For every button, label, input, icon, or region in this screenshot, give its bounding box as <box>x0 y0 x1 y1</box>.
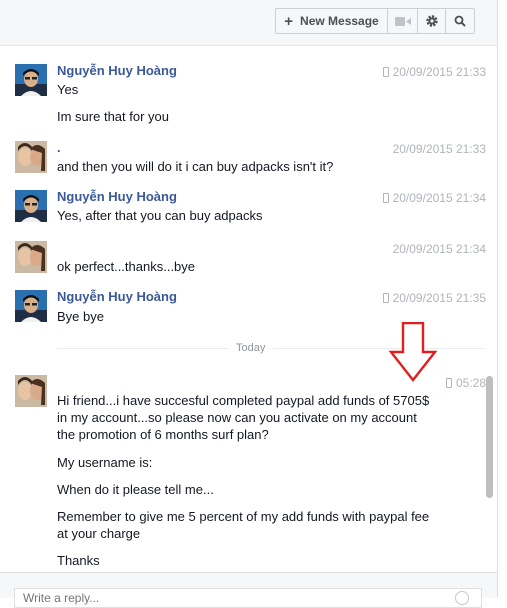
message-timestamp: 20/09/2015 21:35 <box>382 291 486 305</box>
timestamp-text: 20/09/2015 21:34 <box>392 242 486 256</box>
gear-icon <box>425 15 438 27</box>
message-timestamp: 05:28 <box>445 376 486 390</box>
video-call-button[interactable] <box>388 9 418 33</box>
avatar-contact[interactable] <box>15 241 47 273</box>
reply-input[interactable] <box>14 588 482 608</box>
sender-name[interactable]: Nguyễn Huy Hoàng <box>57 289 177 304</box>
video-camera-icon <box>394 16 411 26</box>
message-text: Thanks <box>57 553 100 568</box>
search-icon <box>454 15 466 27</box>
avatar-nguyen-huy-hoang[interactable] <box>15 290 47 322</box>
mobile-phone-icon <box>445 378 452 388</box>
message-toolbar: + New Message <box>0 0 497 46</box>
sender-name[interactable]: . <box>57 140 61 155</box>
avatar-nguyen-huy-hoang[interactable] <box>15 64 47 96</box>
avatar-nguyen-huy-hoang[interactable] <box>15 190 47 222</box>
toolbar-button-group: + New Message <box>275 8 475 34</box>
timestamp-text: 05:28 <box>455 376 486 390</box>
sender-name[interactable]: Nguyễn Huy Hoàng <box>57 189 177 204</box>
message-text: Remember to give me 5 percent of my add … <box>57 509 430 541</box>
mobile-phone-icon <box>382 293 389 303</box>
timestamp-text: 20/09/2015 21:34 <box>392 191 486 205</box>
timestamp-text: 20/09/2015 21:33 <box>392 142 486 156</box>
message-text: When do it please tell me... <box>57 482 214 497</box>
message-text: Hi friend...i have succesful completed p… <box>57 393 430 442</box>
message-timestamp: 20/09/2015 21:33 <box>382 65 486 79</box>
avatar-contact[interactable] <box>15 375 47 407</box>
panel-border <box>497 0 498 597</box>
avatar-contact[interactable] <box>15 141 47 173</box>
sender-name[interactable]: Nguyễn Huy Hoàng <box>57 63 177 78</box>
search-button[interactable] <box>446 9 474 33</box>
message-text: ok perfect...thanks...bye <box>57 259 196 274</box>
emoji-icon[interactable] <box>455 591 469 605</box>
settings-button[interactable] <box>418 9 446 33</box>
mobile-phone-icon <box>382 67 389 77</box>
message-text: Yes <box>57 82 79 97</box>
new-message-button[interactable]: + New Message <box>276 9 388 33</box>
mobile-phone-icon <box>382 193 389 203</box>
scrollbar-thumb[interactable] <box>486 376 493 498</box>
timestamp-text: 20/09/2015 21:33 <box>392 65 486 79</box>
date-divider-label: Today <box>228 342 274 354</box>
message-text: My username is: <box>57 455 153 470</box>
message-timestamp: 20/09/2015 21:33 <box>393 142 486 156</box>
message-timestamp: 20/09/2015 21:34 <box>382 191 486 205</box>
timestamp-text: 20/09/2015 21:35 <box>392 291 486 305</box>
message-text: Yes, after that you can buy adpacks <box>57 208 263 223</box>
plus-icon: + <box>284 12 294 30</box>
red-arrow-annotation <box>389 322 437 382</box>
message-timestamp: 20/09/2015 21:34 <box>393 242 486 256</box>
message-text: Bye bye <box>57 309 104 324</box>
message-text: Im sure that for you <box>57 109 169 124</box>
new-message-label: New Message <box>300 14 379 28</box>
message-text: and then you will do it i can buy adpack… <box>57 159 334 174</box>
